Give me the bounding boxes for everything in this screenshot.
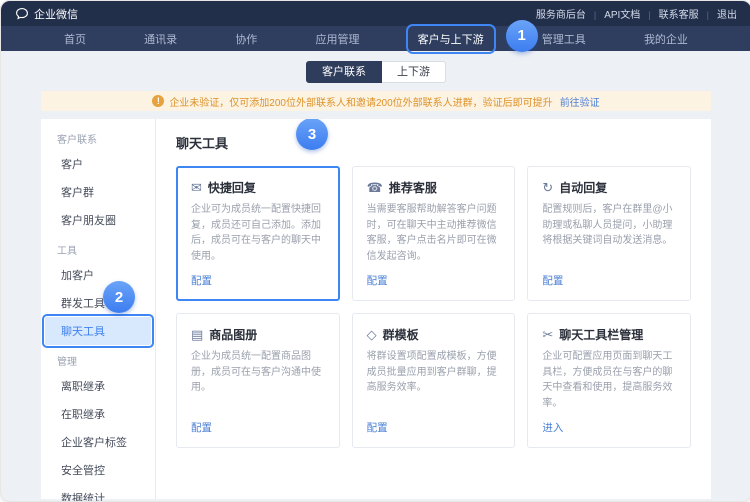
card-chat-toolbar-management[interactable]: ✂ 聊天工具栏管理 企业可配置应用页面到聊天工具栏，方便成员在与客户的聊天中查看… <box>527 313 691 448</box>
go-verify-link[interactable]: 前往验证 <box>560 94 600 109</box>
api-docs-link[interactable]: API文档 <box>586 6 640 21</box>
sidebar-item-resignation-inheritance[interactable]: 离职继承 <box>45 372 151 400</box>
nav-item-label: 客户与上下游 <box>418 34 484 46</box>
annotation-step-3: 3 <box>296 119 328 150</box>
nav-item-customers-updown[interactable]: 客户与上下游 1 <box>410 28 492 50</box>
provider-console-link[interactable]: 服务商后台 <box>536 6 586 21</box>
card-description: 企业为成员统一配置商品图册，成员可在与客户沟通中使用。 <box>191 349 325 411</box>
enter-chat-toolbar-link[interactable]: 进入 <box>542 420 676 435</box>
sidebar-item-customers[interactable]: 客户 <box>45 150 151 178</box>
main-panel: 聊天工具 3 ✉ 快捷回复 企业可为成员统一配置快捷回复，成员还可自己添加。添加… <box>156 119 711 499</box>
card-description: 将群设置项配置成模板，方便成员批量应用到客户群聊，提高服务效率。 <box>367 349 501 411</box>
card-quick-reply[interactable]: 3 ✉ 快捷回复 企业可为成员统一配置快捷回复，成员还可自己添加。添加后，成员可… <box>176 166 340 301</box>
nav-item-contacts[interactable]: 通讯录 <box>136 28 185 50</box>
card-recommend-service[interactable]: ☎ 推荐客服 当需要客服帮助解答客户问题时，可在聊天中主动推荐微信客服，客户点击… <box>352 166 516 301</box>
card-description: 企业可配置应用页面到聊天工具栏，方便成员在与客户的聊天中查看和使用，提高服务效率… <box>542 349 676 411</box>
card-title: 群模板 <box>383 326 419 343</box>
quick-reply-icon: ✉ <box>191 181 202 194</box>
nav-item-my-company[interactable]: 我的企业 <box>636 28 696 50</box>
group-template-icon: ◇ <box>367 328 377 341</box>
card-product-album[interactable]: ▤ 商品图册 企业为成员统一配置商品图册，成员可在与客户沟通中使用。 配置 <box>176 313 340 448</box>
contact-support-link[interactable]: 联系客服 <box>640 6 698 21</box>
annotation-step-1: 1 <box>506 20 538 52</box>
sidebar-item-data-statistics[interactable]: 数据统计 <box>45 484 151 502</box>
logo-text: 企业微信 <box>34 6 78 22</box>
sidebar-section-tools: 工具 <box>41 234 155 261</box>
wecom-logo[interactable]: 企业微信 <box>15 6 78 22</box>
tab-upstream-downstream[interactable]: 上下游 <box>382 61 446 83</box>
auto-reply-icon: ↻ <box>542 181 553 194</box>
product-album-icon: ▤ <box>191 328 203 341</box>
content-area: 客户联系 上下游 ! 企业未验证，仅可添加200位外部联系人和邀请200位外部联… <box>1 61 750 499</box>
card-title: 快捷回复 <box>208 179 256 196</box>
card-title: 自动回复 <box>559 179 607 196</box>
sidebar-item-customer-groups[interactable]: 客户群 <box>45 178 151 206</box>
sidebar-item-chat-tools[interactable]: 聊天工具 2 <box>45 317 151 345</box>
tab-customer-contact[interactable]: 客户联系 <box>306 61 382 83</box>
sidebar-section-management: 管理 <box>41 345 155 372</box>
sidebar-item-onjob-inheritance[interactable]: 在职继承 <box>45 400 151 428</box>
card-title: 聊天工具栏管理 <box>559 326 643 343</box>
card-group-template[interactable]: ◇ 群模板 将群设置项配置成模板，方便成员批量应用到客户群聊，提高服务效率。 配… <box>352 313 516 448</box>
configure-product-album-link[interactable]: 配置 <box>191 420 325 435</box>
sub-tabs: 客户联系 上下游 <box>41 61 711 83</box>
logout-link[interactable]: 退出 <box>699 6 737 21</box>
card-description: 当需要客服帮助解答客户问题时，可在聊天中主动推荐微信客服，客户点击名片即可在微信… <box>367 202 501 264</box>
card-title: 商品图册 <box>209 326 257 343</box>
primary-nav: 首页 通讯录 协作 应用管理 客户与上下游 1 管理工具 我的企业 <box>1 26 750 51</box>
topbar: 企业微信 服务商后台 API文档 联系客服 退出 <box>1 1 750 26</box>
topbar-links: 服务商后台 API文档 联系客服 退出 <box>536 6 737 21</box>
sidebar-item-group-messaging[interactable]: 群发工具 <box>45 289 151 317</box>
sidebar: 客户联系 客户 客户群 客户朋友圈 工具 加客户 群发工具 聊天工具 2 管理 … <box>41 119 156 499</box>
configure-quick-reply-link[interactable]: 配置 <box>191 273 325 288</box>
configure-recommend-service-link[interactable]: 配置 <box>367 273 501 288</box>
sidebar-item-label: 聊天工具 <box>61 326 105 338</box>
notice-text: 企业未验证，仅可添加200位外部联系人和邀请200位外部联系人进群，验证后即可提… <box>169 94 552 109</box>
chat-bubble-logo-icon <box>15 7 29 21</box>
verification-notice: ! 企业未验证，仅可添加200位外部联系人和邀请200位外部联系人进群，验证后即… <box>41 91 711 111</box>
card-auto-reply[interactable]: ↻ 自动回复 配置规则后，客户在群里@小助理或私聊人员提问，小助理将根据关键词自… <box>527 166 691 301</box>
tool-cards-grid: 3 ✉ 快捷回复 企业可为成员统一配置快捷回复，成员还可自己添加。添加后，成员可… <box>176 166 691 448</box>
card-description: 配置规则后，客户在群里@小助理或私聊人员提问，小助理将根据关键词自动发送消息。 <box>542 202 676 264</box>
sidebar-section-customer-contact: 客户联系 <box>41 123 155 150</box>
chat-toolbar-icon: ✂ <box>542 328 553 341</box>
wecom-admin-window: 企业微信 服务商后台 API文档 联系客服 退出 首页 通讯录 协作 应用管理 … <box>0 0 750 502</box>
warning-icon: ! <box>152 95 164 107</box>
sidebar-item-customer-moments[interactable]: 客户朋友圈 <box>45 206 151 234</box>
body-row: 客户联系 客户 客户群 客户朋友圈 工具 加客户 群发工具 聊天工具 2 管理 … <box>41 119 711 499</box>
annotation-step-2: 2 <box>103 281 135 313</box>
nav-item-collaboration[interactable]: 协作 <box>227 28 265 50</box>
card-title: 推荐客服 <box>389 179 437 196</box>
nav-item-app-management[interactable]: 应用管理 <box>307 28 367 50</box>
nav-item-management-tools[interactable]: 管理工具 <box>534 28 594 50</box>
configure-auto-reply-link[interactable]: 配置 <box>542 273 676 288</box>
sidebar-item-customer-tags[interactable]: 企业客户标签 <box>45 428 151 456</box>
configure-group-template-link[interactable]: 配置 <box>367 420 501 435</box>
sidebar-item-acquire-customers[interactable]: 加客户 <box>45 261 151 289</box>
recommend-service-icon: ☎ <box>367 181 383 194</box>
card-description: 企业可为成员统一配置快捷回复，成员还可自己添加。添加后，成员可在与客户的聊天中使… <box>191 202 325 264</box>
sidebar-item-security-control[interactable]: 安全管控 <box>45 456 151 484</box>
page-title: 聊天工具 <box>176 133 691 152</box>
nav-item-home[interactable]: 首页 <box>56 28 94 50</box>
